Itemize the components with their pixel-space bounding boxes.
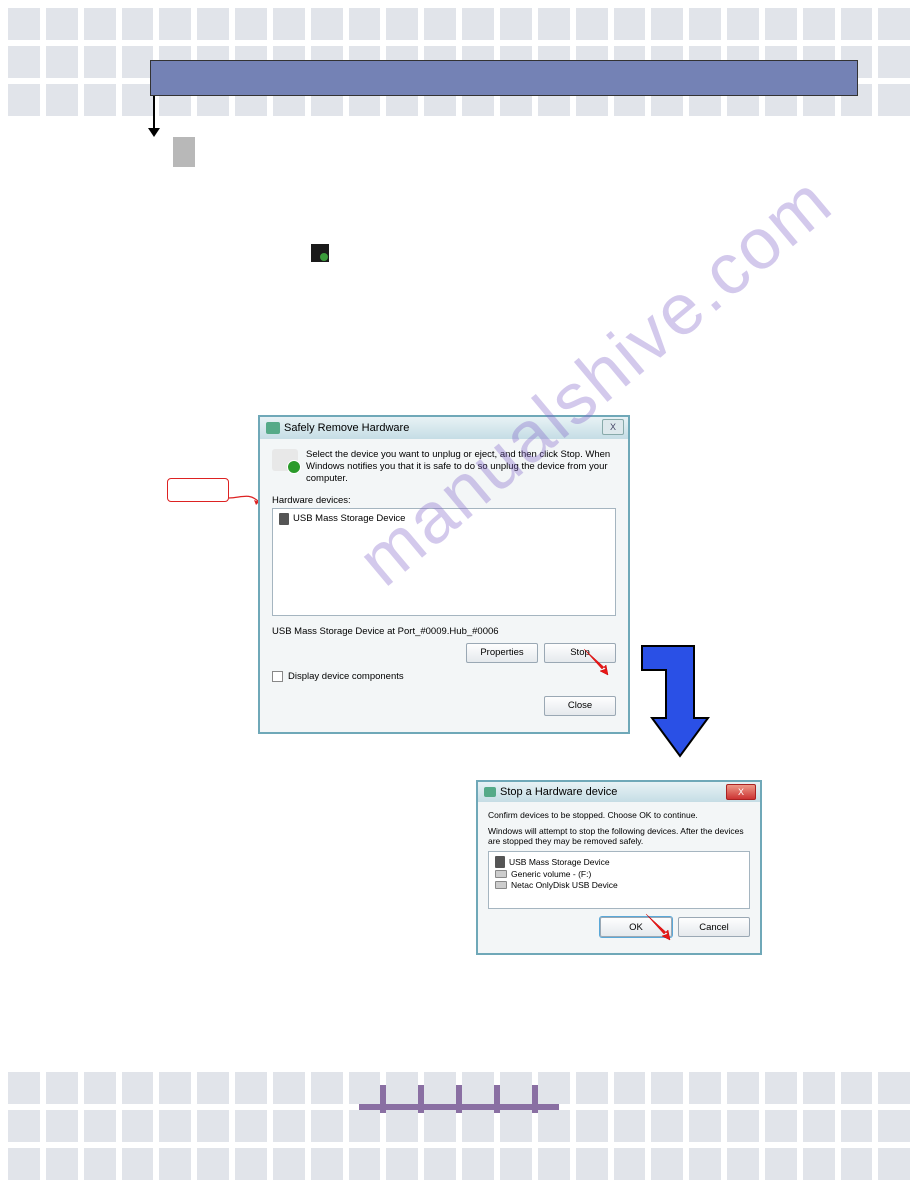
device-name: USB Mass Storage Device <box>293 513 405 524</box>
close-button[interactable]: X <box>602 419 624 435</box>
stop-hardware-dialog: Stop a Hardware device X Confirm devices… <box>476 780 762 955</box>
info-device-icon <box>272 449 298 471</box>
confirm-text: Confirm devices to be stopped. Choose OK… <box>488 810 750 820</box>
display-components-label: Display device components <box>288 671 404 682</box>
cancel-button[interactable]: Cancel <box>678 917 750 937</box>
close-button-bottom[interactable]: Close <box>544 696 616 716</box>
device-item[interactable]: USB Mass Storage Device <box>279 513 609 525</box>
red-arrow-icon <box>580 645 610 675</box>
header-bar <box>150 60 858 96</box>
properties-button[interactable]: Properties <box>466 643 538 663</box>
disk-icon <box>495 881 507 889</box>
device-list[interactable]: USB Mass Storage Device <box>272 508 616 616</box>
hardware-devices-label: Hardware devices: <box>272 495 616 506</box>
blue-flow-arrow-icon <box>638 640 713 760</box>
display-components-checkbox[interactable] <box>272 671 283 682</box>
stop-device-list[interactable]: USB Mass Storage Device Generic volume -… <box>488 851 750 909</box>
red-arrow-icon <box>642 910 672 940</box>
attempt-text: Windows will attempt to stop the followi… <box>488 826 750 846</box>
device-item: Generic volume - (F:) <box>495 869 743 879</box>
dialog-icon <box>266 422 280 434</box>
device-item: USB Mass Storage Device <box>495 856 743 868</box>
safely-remove-dialog: Safely Remove Hardware X Select the devi… <box>258 415 630 734</box>
dialog-title: Safely Remove Hardware <box>284 422 409 434</box>
usb-icon <box>279 513 289 525</box>
close-button[interactable]: X <box>726 784 756 800</box>
callout-box <box>167 478 229 502</box>
decorative-grid-bottom: for(let i=0;i<72;i++)document.write('<di… <box>0 1072 918 1180</box>
disk-icon <box>495 870 507 878</box>
dialog2-title: Stop a Hardware device <box>500 786 617 798</box>
device-status: USB Mass Storage Device at Port_#0009.Hu… <box>272 626 616 637</box>
dialog2-icon <box>484 787 496 797</box>
gray-marker <box>173 137 195 167</box>
device-item: Netac OnlyDisk USB Device <box>495 880 743 890</box>
usb-icon <box>495 856 505 868</box>
dialog2-titlebar: Stop a Hardware device X <box>478 782 760 802</box>
dialog-titlebar: Safely Remove Hardware X <box>260 417 628 439</box>
info-text: Select the device you want to unplug or … <box>306 449 616 485</box>
arrow-down-icon <box>148 96 160 137</box>
safely-remove-tray-icon <box>311 244 329 262</box>
